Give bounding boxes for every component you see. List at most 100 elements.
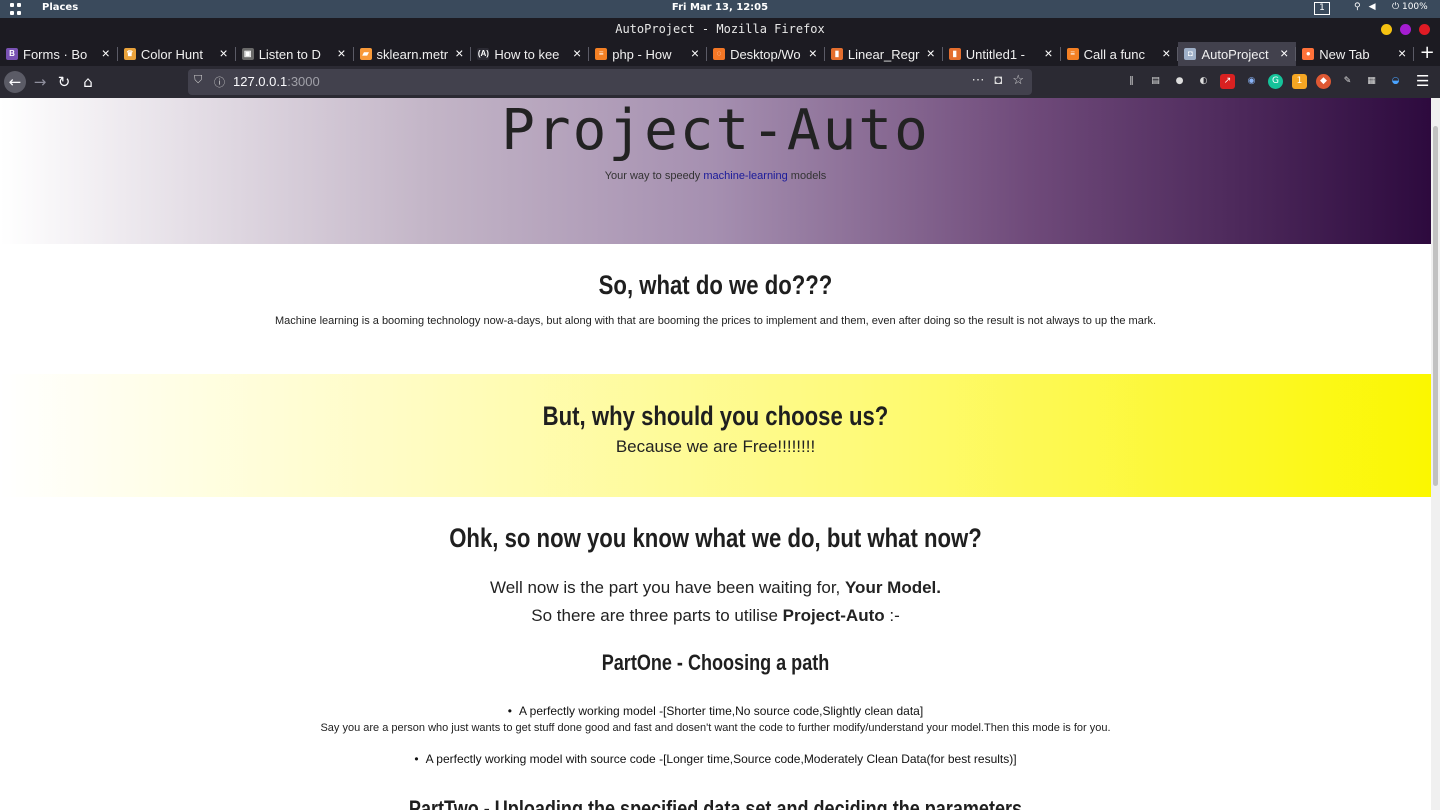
tab-1[interactable]: ♛ Color Hunt × xyxy=(118,42,236,66)
battery-status[interactable]: ⏻ 100% xyxy=(1392,2,1428,12)
tab-5[interactable]: ≡ php - How × xyxy=(589,42,708,66)
tab-8[interactable]: ▮ Untitled1 - × xyxy=(943,42,1061,66)
system-tray[interactable]: ⚲ ◀ xyxy=(1354,2,1376,12)
close-tab-icon[interactable]: × xyxy=(455,45,463,61)
duckduckgo-icon[interactable]: ◆ xyxy=(1316,74,1331,89)
tab-7[interactable]: ▮ Linear_Regr × xyxy=(825,42,943,66)
tab-label: Desktop/Wo xyxy=(730,46,801,62)
pocket-icon[interactable]: ◘ xyxy=(994,72,1002,88)
tab-0[interactable]: B Forms · Bo × xyxy=(0,42,118,66)
reload-button[interactable]: ↻ xyxy=(54,72,74,92)
page-scrollbar[interactable] xyxy=(1431,98,1440,810)
tab-3[interactable]: ▰ sklearn.metr × xyxy=(354,42,472,66)
scrollbar-thumb[interactable] xyxy=(1433,126,1438,486)
arrow-left-icon: ← xyxy=(8,73,22,91)
why-banner: But, why should you choose us? Because w… xyxy=(0,374,1431,497)
url-text[interactable]: 127.0.0.1:3000 xyxy=(233,74,320,89)
close-tab-icon[interactable]: × xyxy=(102,45,110,61)
what-heading: So, what do we do??? xyxy=(598,270,833,300)
window-title-bar: AutoProject - Mozilla Firefox xyxy=(0,18,1440,42)
extensions-toolbar: ‖ ▤ ● ◐ ↗ ◉ G 1 ◆ ✎ ▦ ◒ xyxy=(1124,74,1403,89)
tab-label: New Tab xyxy=(1319,46,1370,62)
why-text: Because we are Free!!!!!!!! xyxy=(615,437,816,456)
close-tab-icon[interactable]: × xyxy=(1398,45,1406,61)
extension-red-icon[interactable]: ↗ xyxy=(1220,74,1235,89)
close-window-button[interactable] xyxy=(1419,24,1430,35)
extension-blue-icon[interactable]: ◒ xyxy=(1388,74,1403,89)
part-one-heading: PartOne - Choosing a path xyxy=(601,650,830,675)
close-tab-icon[interactable]: × xyxy=(337,45,345,61)
tab-label: Color Hunt xyxy=(140,46,203,62)
tab-label: AutoProject xyxy=(1201,46,1269,62)
hero-sub-text: Your way to speedy xyxy=(604,170,704,182)
now-line-2: So there are three parts to utilise Proj… xyxy=(0,606,1431,626)
part-two-heading: PartTwo - Uploading the specified data s… xyxy=(408,796,1023,810)
extension-badge-icon[interactable]: 1 xyxy=(1292,74,1307,89)
tab-2[interactable]: ▣ Listen to D × xyxy=(236,42,354,66)
firefox-icon: ● xyxy=(1302,48,1315,60)
close-tab-icon[interactable]: × xyxy=(573,45,581,61)
forward-button[interactable]: → xyxy=(30,72,50,92)
close-tab-icon[interactable]: × xyxy=(927,45,935,61)
now-line-1: Well now is the part you have been waiti… xyxy=(0,578,1431,598)
home-icon: ⌂ xyxy=(83,73,93,91)
devto-icon: (A) xyxy=(477,48,490,60)
machine-learning-link[interactable]: machine-learning xyxy=(703,170,787,182)
notebook-icon: ▮ xyxy=(830,48,843,60)
page-actions-icon[interactable]: ⋯ xyxy=(971,72,984,88)
workspace-indicator[interactable]: 1 xyxy=(1314,2,1330,15)
close-tab-icon[interactable]: × xyxy=(1044,45,1052,61)
jupyter-icon: ◌ xyxy=(713,48,726,60)
close-tab-icon[interactable]: × xyxy=(1162,45,1170,61)
reload-icon: ↻ xyxy=(57,73,71,91)
tab-label: Call a func xyxy=(1083,46,1146,62)
tab-label: Listen to D xyxy=(258,46,321,62)
close-tab-icon[interactable]: × xyxy=(220,45,228,61)
library-icon[interactable]: ‖ xyxy=(1124,74,1139,89)
hero-sub-text-end: models xyxy=(787,170,827,182)
hero-title: Project-Auto xyxy=(501,98,930,163)
tab-label: Linear_Regr xyxy=(847,46,920,62)
system-top-bar: Places Fri Mar 13, 12:05 1 ⚲ ◀ ⏻ 100% xyxy=(0,0,1440,18)
back-button[interactable]: ← xyxy=(4,71,26,93)
maximize-button[interactable] xyxy=(1400,24,1411,35)
tab-10[interactable]: ◘ AutoProject × xyxy=(1178,42,1297,66)
system-clock[interactable]: Fri Mar 13, 12:05 xyxy=(0,2,1440,13)
tab-label: How to kee xyxy=(494,46,560,62)
extension-pen-icon[interactable]: ✎ xyxy=(1340,74,1355,89)
tracking-shield-icon[interactable]: ⛉ xyxy=(194,74,202,87)
minimize-button[interactable] xyxy=(1381,24,1392,35)
option-1-description: Say you are a person who just wants to g… xyxy=(320,722,1111,734)
app-menu-button[interactable]: ☰ xyxy=(1416,72,1429,90)
extension-eye-icon[interactable]: ◉ xyxy=(1244,74,1259,89)
tab-9[interactable]: ≡ Call a func × xyxy=(1061,42,1179,66)
tab-strip: B Forms · Bo × ♛ Color Hunt × ▣ Listen to D × ▰ sk… xyxy=(0,42,1440,66)
new-tab-button[interactable]: + xyxy=(1414,42,1440,66)
account-icon[interactable]: ● xyxy=(1172,74,1187,89)
tab-11[interactable]: ● New Tab × xyxy=(1296,42,1415,66)
close-tab-icon[interactable]: × xyxy=(1280,45,1288,61)
sklearn-icon: ▰ xyxy=(359,48,372,60)
tab-4[interactable]: (A) How to kee × xyxy=(471,42,590,66)
page-icon: ◘ xyxy=(1184,48,1197,60)
battery-icon: ⏻ xyxy=(1392,2,1402,12)
site-info-icon[interactable]: ⓘ xyxy=(214,74,225,90)
url-bar[interactable]: ⛉ ⓘ 127.0.0.1:3000 ⋯ ◘ ☆ xyxy=(188,69,1032,95)
extension-grid-icon[interactable]: ▦ xyxy=(1364,74,1379,89)
home-button[interactable]: ⌂ xyxy=(78,72,98,92)
stackoverflow-icon: ≡ xyxy=(1066,48,1079,60)
close-tab-icon[interactable]: × xyxy=(691,45,699,61)
notebook-icon: ▮ xyxy=(948,48,961,60)
bookmark-star-icon[interactable]: ☆ xyxy=(1012,72,1024,88)
extension-dark-icon[interactable]: ◐ xyxy=(1196,74,1211,89)
navigation-toolbar: ← → ↻ ⌂ ⛉ ⓘ 127.0.0.1:3000 ⋯ ◘ ☆ ‖ ▤ ● ◐… xyxy=(0,66,1440,98)
grammarly-icon[interactable]: G xyxy=(1268,74,1283,89)
close-tab-icon[interactable]: × xyxy=(809,45,817,61)
option-2-item: A perfectly working model with source co… xyxy=(0,752,1431,766)
window-title: AutoProject - Mozilla Firefox xyxy=(615,22,825,36)
project-auto-bold: Project-Auto xyxy=(782,606,885,625)
sidebar-icon[interactable]: ▤ xyxy=(1148,74,1163,89)
tab-6[interactable]: ◌ Desktop/Wo × xyxy=(707,42,825,66)
now-line-2-text: So there are three parts to utilise xyxy=(531,606,783,625)
color-hunt-icon: ♛ xyxy=(123,48,136,60)
